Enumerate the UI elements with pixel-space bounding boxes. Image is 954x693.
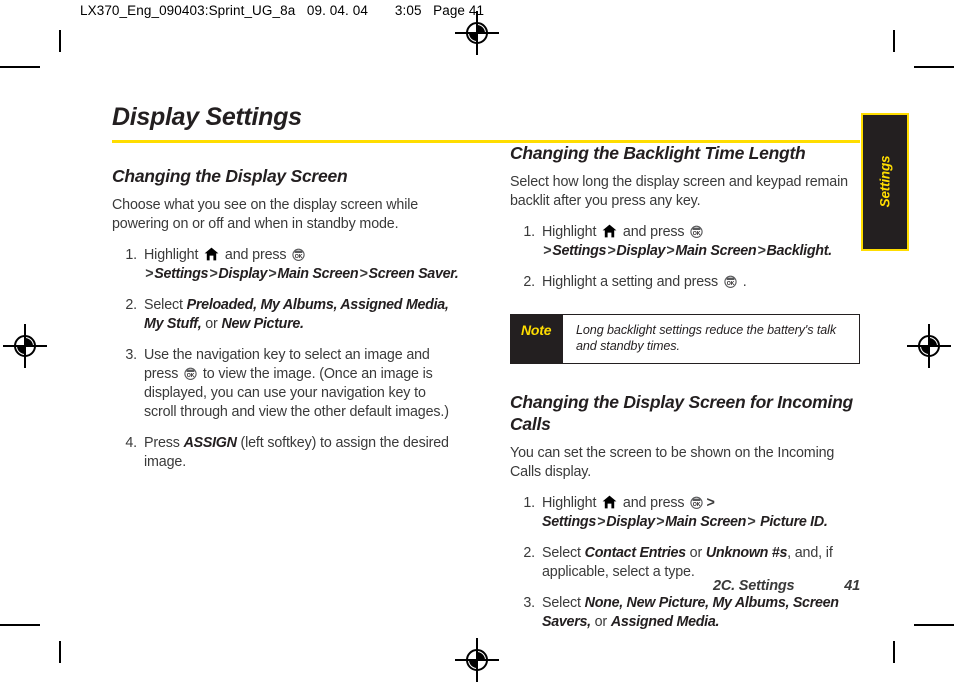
registration-mark-bottom <box>453 636 501 684</box>
home-key-icon <box>204 247 219 261</box>
menu-path-term: Backlight. <box>766 242 833 259</box>
step-number: 1. <box>523 494 535 511</box>
svg-text:OK: OK <box>727 281 735 287</box>
crop-mark-top-left-vertical <box>59 30 61 52</box>
registration-mark-left <box>1 322 49 370</box>
step-number: 1. <box>523 223 535 240</box>
step-number: 2. <box>523 544 535 561</box>
step-item: 2. Select Contact Entries or Unknown #s, … <box>510 544 860 582</box>
crop-mark-top-right-horizontal <box>914 66 954 68</box>
step-number: 3. <box>523 594 535 611</box>
menu-path-term: Main Screen <box>665 513 747 530</box>
note-label: Note <box>511 314 563 364</box>
step-number: 2. <box>125 296 137 313</box>
home-key-icon <box>602 495 617 509</box>
menu-path-separator: > <box>268 265 277 282</box>
right-column: Changing the Backlight Time Length Selec… <box>510 143 860 632</box>
menu-path-term: Display <box>616 242 666 259</box>
step-item: 1. Highlight and press OK >Settings>Displa… <box>510 223 860 261</box>
step-number: 2. <box>523 273 535 290</box>
section-heading-incoming-calls: Changing the Display Screen for Incoming… <box>510 392 853 434</box>
menu-path-separator: > <box>145 265 154 282</box>
menu-path-separator: > <box>607 242 616 259</box>
home-key-icon <box>602 224 617 238</box>
prepress-slug-line: LX370_Eng_090403:Sprint_UG_8a 09. 04. 04… <box>80 3 485 18</box>
svg-text:OK: OK <box>187 373 195 379</box>
menu-path-separator: > <box>706 494 715 511</box>
menu-path-separator: > <box>597 513 606 530</box>
step-item: 2. Highlight a setting and press OK . <box>510 273 860 292</box>
section-heading-display-screen: Changing the Display Screen <box>112 165 348 186</box>
section-heading-backlight: Changing the Backlight Time Length <box>510 142 806 163</box>
crop-mark-bottom-left-vertical <box>59 641 61 663</box>
menu-path-term: New Picture. <box>221 315 304 332</box>
menu-path-term: Settings <box>542 513 596 530</box>
two-column-layout: Changing the Display Screen Choose what … <box>112 143 860 632</box>
left-column: Changing the Display Screen Choose what … <box>112 143 462 632</box>
step-item: 3. Use the navigation key to select an im… <box>112 346 462 422</box>
step-item: 2. Select Preloaded, My Albums, Assigned … <box>112 296 462 334</box>
menu-path-term: Screen Saver. <box>368 265 459 282</box>
page-footer: 2C. Settings 41 <box>112 578 860 594</box>
crop-mark-top-right-vertical <box>893 30 895 52</box>
menu-path-term: Main Screen <box>675 242 757 259</box>
note-text: Long backlight settings reduce the batte… <box>576 322 837 354</box>
section-intro-backlight: Select how long the display screen and k… <box>510 173 848 209</box>
menu-path-term: Contact Entries <box>584 544 686 561</box>
section-intro-incoming-calls: You can set the screen to be shown on th… <box>510 445 835 480</box>
crop-mark-bottom-right-vertical <box>893 641 895 663</box>
menu-path-separator: > <box>757 242 766 259</box>
chapter-side-tab: Settings <box>861 113 909 251</box>
menu-path-term: Settings <box>552 242 607 259</box>
registration-mark-right <box>905 322 953 370</box>
menu-path-separator: > <box>666 242 675 259</box>
menu-path-term: Display <box>606 513 655 530</box>
crop-mark-bottom-left-horizontal <box>0 624 40 626</box>
ok-key-icon: OK <box>690 225 703 238</box>
menu-path-separator: > <box>655 513 665 530</box>
svg-text:OK: OK <box>693 502 701 508</box>
step-number: 1. <box>125 246 137 263</box>
chapter-side-tab-label: Settings <box>877 155 893 208</box>
page-title: Display Settings <box>112 103 302 131</box>
page-content: Display Settings Changing the Display Sc… <box>112 103 860 632</box>
menu-path-separator: > <box>359 265 368 282</box>
ok-key-icon: OK <box>724 275 737 288</box>
menu-path-term: ASSIGN <box>183 434 237 451</box>
menu-path-term: Picture ID. <box>760 513 828 530</box>
steps-list-backlight: 1. Highlight and press OK >Settings>Displa… <box>510 223 860 292</box>
menu-path-separator: > <box>209 265 218 282</box>
menu-path-term: Display <box>218 265 268 282</box>
crop-mark-bottom-right-horizontal <box>914 624 954 626</box>
ok-key-icon: OK <box>292 248 305 261</box>
steps-list-display-screen: 1. Highlight and press OK >Settings>Displa… <box>112 246 462 472</box>
footer-page-number: 41 <box>844 578 860 594</box>
menu-path-term: Main Screen <box>277 265 359 282</box>
step-item: 1. Highlight and press OK >Settings>Displa… <box>112 246 462 284</box>
step-item: 3. Select None, New Picture, My Albums, S… <box>510 594 860 632</box>
steps-list-incoming-calls: 1. Highlight and press OK > Settings>Displ… <box>510 494 860 632</box>
menu-path-separator: > <box>747 513 760 530</box>
step-item: 1. Highlight and press OK > Settings>Displ… <box>510 494 860 532</box>
footer-chapter-label: 2C. Settings <box>713 578 795 594</box>
ok-key-icon: OK <box>690 496 703 509</box>
svg-text:OK: OK <box>295 254 303 260</box>
menu-path-separator: > <box>543 242 552 259</box>
ok-key-icon: OK <box>184 367 197 380</box>
menu-path-term: Unknown #s <box>705 544 788 561</box>
svg-text:OK: OK <box>693 231 701 237</box>
step-item: 4. Press ASSIGN (left softkey) to assign … <box>112 434 462 472</box>
crop-mark-top-left-horizontal <box>0 66 40 68</box>
step-number: 3. <box>125 346 137 363</box>
menu-path-term: Assigned Media. <box>610 613 720 630</box>
note-callout: Note Long backlight settings reduce the … <box>510 313 860 365</box>
step-number: 4. <box>125 434 137 451</box>
section-intro-display-screen: Choose what you see on the display scree… <box>112 196 419 232</box>
menu-path-term: Settings <box>154 265 209 282</box>
